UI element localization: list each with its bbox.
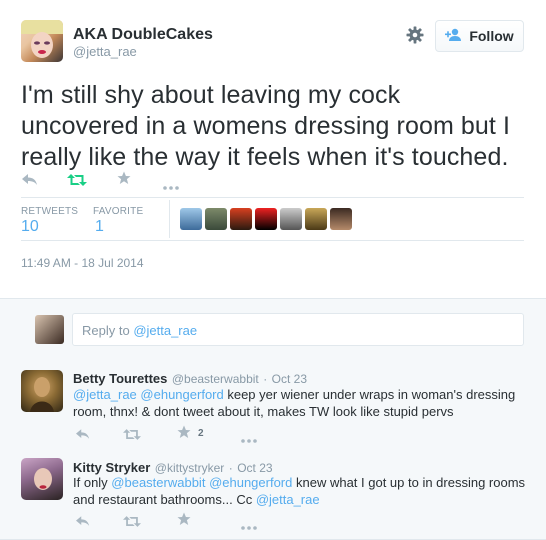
retweets-label[interactable]: RETWEETS: [21, 206, 78, 217]
favoriter-avatar[interactable]: [330, 208, 352, 230]
stats-divider-vertical: [169, 200, 170, 238]
favoriter-avatar[interactable]: [230, 208, 252, 230]
mention-link[interactable]: @jetta_rae: [73, 387, 137, 402]
reply-icon[interactable]: [76, 427, 90, 445]
favorite-count: 2: [198, 428, 204, 439]
reply-placeholder-prefix: Reply to: [82, 323, 134, 338]
reply-icon[interactable]: [22, 173, 38, 191]
reply-text-segment: If only: [73, 475, 112, 490]
reply-author-avatar[interactable]: [21, 370, 63, 412]
reply-text-line: room, thnx! & dont tweet about it, makes…: [73, 404, 454, 419]
stats-divider-top: [21, 197, 524, 198]
more-icon[interactable]: [163, 177, 179, 195]
tweet-timestamp[interactable]: 11:49 AM - 18 Jul 2014: [21, 256, 144, 270]
author-avatar[interactable]: [21, 20, 63, 62]
tweet-text-line: really like the way it feels when it's t…: [21, 143, 509, 171]
reply-date[interactable]: Oct 23: [272, 372, 307, 386]
retweets-count[interactable]: 10: [21, 218, 39, 236]
tweet-text-line: uncovered in a womens dressing room but …: [21, 112, 511, 140]
current-user-avatar: [35, 315, 64, 344]
reply-author-avatar[interactable]: [21, 458, 63, 500]
reply-text-segment: and restaurant bathrooms... Cc: [73, 492, 256, 507]
favorites-count[interactable]: 1: [95, 218, 104, 236]
reply-author-handle[interactable]: @kittystryker: [155, 461, 225, 475]
more-icon[interactable]: [241, 517, 257, 535]
favoriter-avatar[interactable]: [280, 208, 302, 230]
reply-separator: ·: [263, 372, 268, 386]
add-user-icon: [445, 28, 463, 45]
reply-text-segment: knew what I got up to in dressing rooms: [292, 475, 526, 490]
favorites-label[interactable]: FAVORITE: [93, 206, 143, 217]
author-handle[interactable]: @jetta_rae: [73, 44, 137, 59]
tweet-text-line: I'm still shy about leaving my cock: [21, 81, 401, 109]
favoriter-avatar[interactable]: [305, 208, 327, 230]
retweet-icon[interactable]: [67, 173, 87, 191]
follow-button[interactable]: Follow: [435, 20, 524, 52]
mention-link[interactable]: @ehungerford: [140, 387, 223, 402]
reply-author-name[interactable]: Betty Tourettes: [73, 371, 167, 386]
reply-separator: ·: [228, 461, 233, 475]
reply-input[interactable]: Reply to @jetta_rae: [72, 313, 524, 346]
favoriters-avatars: [180, 208, 352, 230]
mention-link[interactable]: @beasterwabbit: [111, 475, 205, 490]
retweet-icon[interactable]: [123, 514, 141, 532]
favoriter-avatar[interactable]: [180, 208, 202, 230]
favorite-icon[interactable]: [177, 512, 191, 531]
more-icon[interactable]: [241, 430, 257, 448]
reply-text-segment: keep yer wiener under wraps in woman's d…: [223, 387, 516, 402]
follow-label: Follow: [469, 28, 514, 44]
gear-icon[interactable]: [406, 26, 424, 44]
reply-author-handle[interactable]: @beasterwabbit: [172, 372, 259, 386]
favoriter-avatar[interactable]: [255, 208, 277, 230]
stats-divider-bottom: [21, 240, 524, 241]
retweet-icon[interactable]: [123, 427, 141, 445]
reply-text: If only @beasterwabbit @ehungerford knew…: [73, 474, 533, 508]
reply-icon[interactable]: [76, 514, 90, 532]
mention-link[interactable]: @jetta_rae: [256, 492, 320, 507]
favorite-icon[interactable]: [177, 425, 191, 444]
favorite-icon[interactable]: [117, 171, 131, 190]
author-fullname[interactable]: AKA DoubleCakes: [73, 26, 213, 44]
tweet-text: I'm still shy about leaving my cock unco…: [21, 80, 536, 173]
reply-placeholder-mention: @jetta_rae: [133, 323, 198, 338]
favoriter-avatar[interactable]: [205, 208, 227, 230]
reply-date[interactable]: Oct 23: [237, 461, 272, 475]
reply-text: @jetta_rae @ehungerford keep yer wiener …: [73, 386, 533, 420]
mention-link[interactable]: @ehungerford: [209, 475, 292, 490]
reply-author-name[interactable]: Kitty Stryker: [73, 460, 150, 475]
